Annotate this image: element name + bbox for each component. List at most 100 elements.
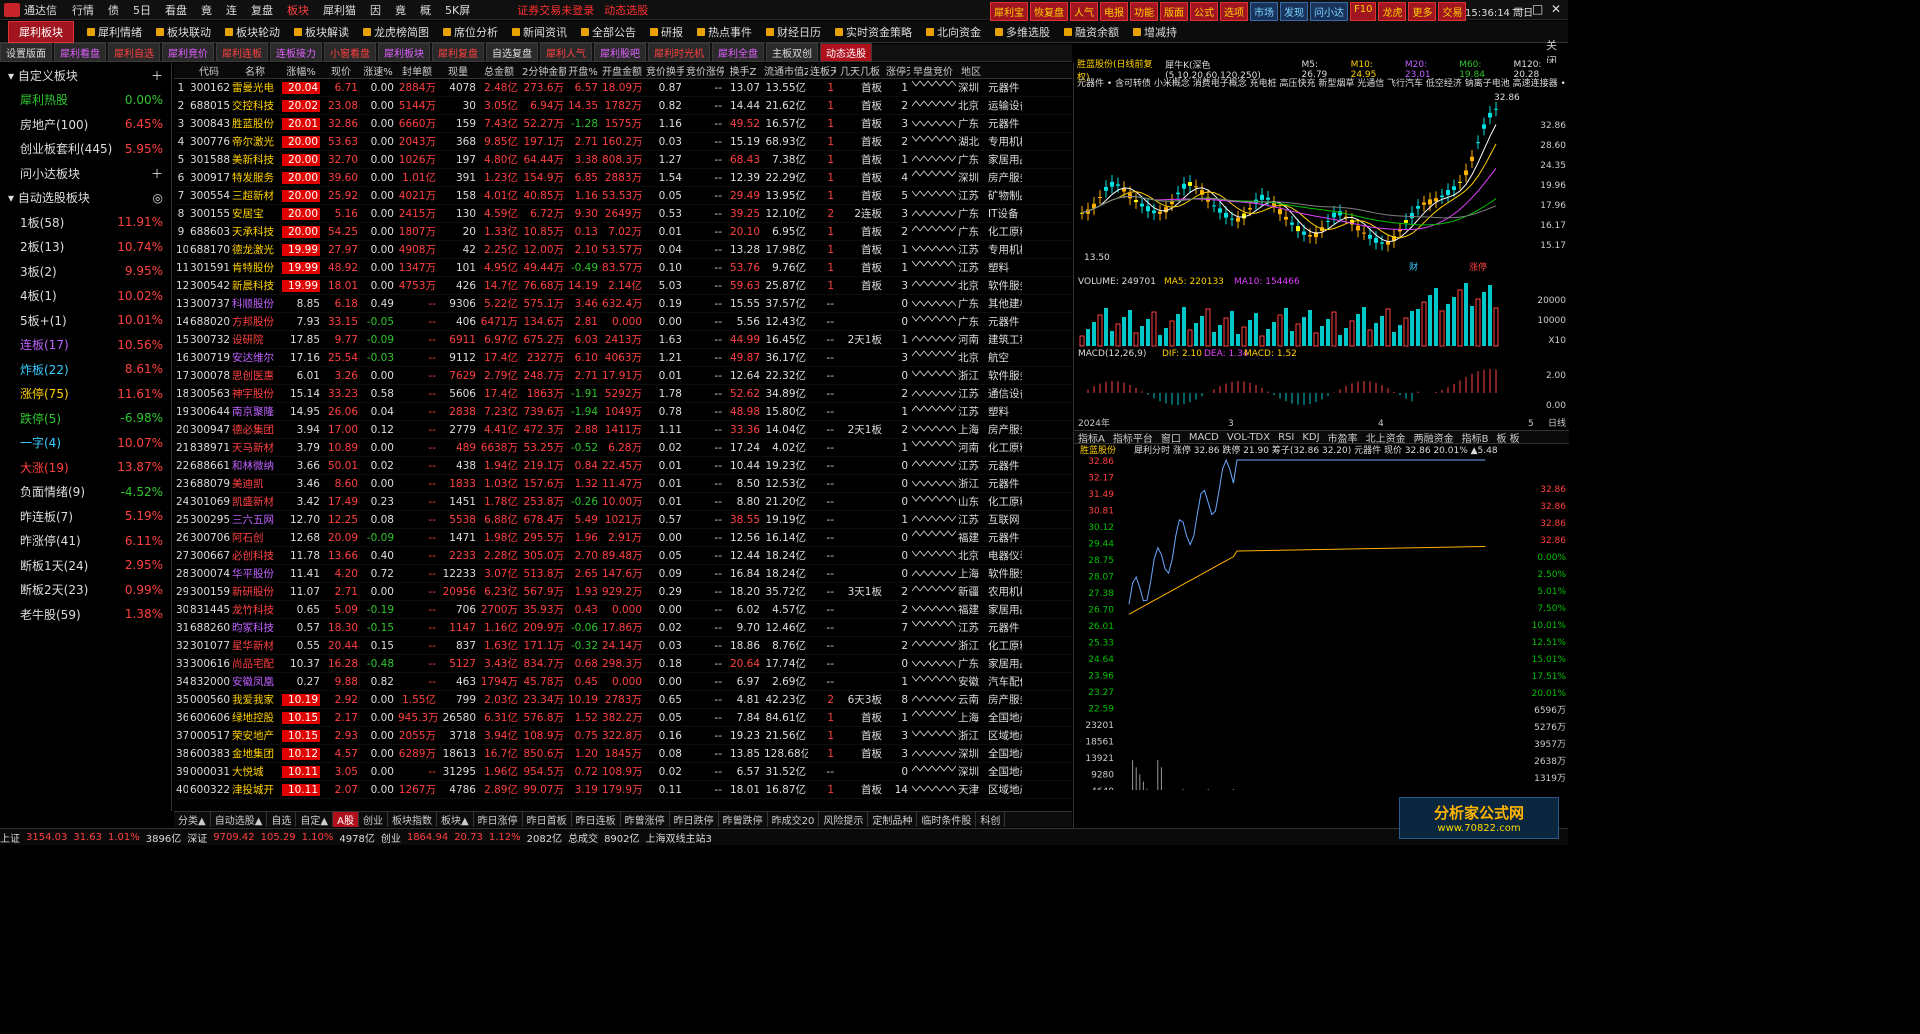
- bottom-tab[interactable]: 昨成交20: [768, 812, 820, 827]
- layout-tab[interactable]: 动态选股: [820, 43, 872, 62]
- quick-button[interactable]: 发现: [1280, 2, 1308, 21]
- column-header[interactable]: 地区: [956, 63, 986, 78]
- quick-button[interactable]: 问小达: [1310, 2, 1348, 21]
- bottom-tab[interactable]: 分类▲: [174, 812, 211, 827]
- quick-button[interactable]: 功能: [1130, 2, 1158, 21]
- indicator-tab[interactable]: VOL-TDX: [1223, 432, 1274, 443]
- settings-icon[interactable]: ◎: [153, 191, 163, 205]
- layout-tab[interactable]: 犀利人气: [540, 43, 592, 62]
- menu-item[interactable]: 复盘: [244, 2, 280, 18]
- table-row[interactable]: 33 300616 尚品宅配 10.37 16.28 -0.48 -- 5127 3.43亿 83…: [174, 655, 1072, 673]
- sidebar-item[interactable]: 涨停(75) 11.61%: [0, 382, 171, 407]
- tool-item[interactable]: 融资余额: [1064, 24, 1119, 40]
- indicator-tab[interactable]: MACD: [1185, 432, 1223, 443]
- bottom-tab[interactable]: 昨曾涨停: [621, 812, 670, 827]
- bottom-tab[interactable]: 自定▲: [296, 812, 334, 827]
- column-header[interactable]: 换手Z: [724, 63, 762, 78]
- menu-item[interactable]: 连: [219, 2, 244, 18]
- tool-item[interactable]: 北向资金: [926, 24, 981, 40]
- bottom-tab[interactable]: 定制品种: [868, 812, 918, 827]
- table-row[interactable]: 25 300295 三六五网 12.70 12.25 0.08 -- 5538 6.88亿 678…: [174, 511, 1072, 529]
- quick-button[interactable]: 更多: [1408, 2, 1437, 21]
- table-row[interactable]: 39 000031 大悦城 10.11 3.05 0.00 -- 31295 1.96亿 954.…: [174, 763, 1072, 781]
- layout-tab[interactable]: 小窗看盘: [324, 43, 376, 62]
- table-row[interactable]: 27 300667 必创科技 11.78 13.66 0.40 -- 2233 2.28亿 305…: [174, 547, 1072, 565]
- table-row[interactable]: 24 301069 凯盛新材 3.42 17.49 0.23 -- 1451 1.78亿 253.…: [174, 493, 1072, 511]
- indicator-tab[interactable]: 北上资金: [1362, 430, 1410, 445]
- bottom-tab[interactable]: 科创: [976, 812, 1006, 827]
- menu-item[interactable]: 5K屏: [438, 2, 477, 18]
- indicator-tab[interactable]: RSI: [1274, 432, 1298, 443]
- table-row[interactable]: 38 600383 金地集团 10.12 4.57 0.00 6289万 18613 16.7亿…: [174, 745, 1072, 763]
- sidebar-item[interactable]: 犀利热股 0.00%: [0, 88, 171, 113]
- add-icon[interactable]: ＋: [151, 165, 163, 182]
- table-row[interactable]: 37 000517 荣安地产 10.15 2.93 0.00 2055万 3718 3.94亿 1…: [174, 727, 1072, 745]
- table-row[interactable]: 15 300732 设研院 17.85 9.77 -0.09 -- 6911 6.97亿 675.…: [174, 331, 1072, 349]
- sidebar-item[interactable]: 昨连板(7) 5.19%: [0, 504, 171, 529]
- menu-item[interactable]: 概: [413, 2, 438, 18]
- layout-tab[interactable]: 犀利看盘: [54, 43, 106, 62]
- table-row[interactable]: 12 300542 新晨科技 19.99 18.01 0.00 4753万 426 14.7亿 7…: [174, 277, 1072, 295]
- menu-item[interactable]: 竟: [388, 2, 413, 18]
- tool-item[interactable]: 新闻资讯: [512, 24, 567, 40]
- tool-item[interactable]: 实时资金策略: [835, 24, 912, 40]
- layout-tab[interactable]: 犀利股吧: [594, 43, 646, 62]
- layout-tab[interactable]: 犀利板块: [378, 43, 430, 62]
- quick-button[interactable]: 犀利宝: [990, 2, 1028, 21]
- column-header[interactable]: 竞价换手%: [644, 63, 684, 78]
- quick-button[interactable]: 恢复盘: [1030, 2, 1068, 21]
- sidebar-item[interactable]: 创业板套利(445) 5.95%: [0, 137, 171, 162]
- quick-button[interactable]: 电报: [1100, 2, 1128, 21]
- table-row[interactable]: 14 688020 方邦股份 7.93 33.15 -0.05 -- 406 6471万 134.…: [174, 313, 1072, 331]
- sidebar-item[interactable]: 跌停(5) -6.98%: [0, 406, 171, 431]
- column-header[interactable]: 总金额: [478, 63, 520, 78]
- table-row[interactable]: 30 831445 龙竹科技 0.65 5.09 -0.19 -- 706 2700万 35.93…: [174, 601, 1072, 619]
- layout-tab[interactable]: 犀利全盘: [712, 43, 764, 62]
- bottom-tab[interactable]: 昨曾跌停: [719, 812, 768, 827]
- table-row[interactable]: 10 688170 德龙激光 19.99 27.97 0.00 4908万 42 2.25亿 12…: [174, 241, 1072, 259]
- bottom-tab[interactable]: 昨日首板: [523, 812, 572, 827]
- tool-item[interactable]: 板块解读: [294, 24, 349, 40]
- indicator-tab[interactable]: 指标平台: [1109, 430, 1157, 445]
- quick-button[interactable]: 选项: [1220, 2, 1248, 21]
- tool-item[interactable]: 板块轮动: [225, 24, 280, 40]
- table-row[interactable]: 19 300644 南京聚隆 14.95 26.06 0.04 -- 2838 7.23亿 739…: [174, 403, 1072, 421]
- indicator-tab[interactable]: 两融资金: [1410, 430, 1458, 445]
- bottom-tab[interactable]: 临时条件股: [917, 812, 977, 827]
- table-row[interactable]: 22 688661 和林微纳 3.66 50.01 0.02 -- 438 1.94亿 219.1…: [174, 457, 1072, 475]
- quick-button[interactable]: F10: [1350, 2, 1377, 21]
- quick-button[interactable]: 公式: [1190, 2, 1218, 21]
- table-row[interactable]: 6 300917 特发服务 20.00 39.60 0.00 1.01亿 391 1.23亿 15…: [174, 169, 1072, 187]
- table-row[interactable]: 2 688015 交控科技 20.02 23.08 0.00 5144万 30 3.05亿 6.9…: [174, 97, 1072, 115]
- tool-item[interactable]: 研报: [650, 24, 683, 40]
- layout-tab[interactable]: 自选复盘: [486, 43, 538, 62]
- tool-item[interactable]: 多维选股: [995, 24, 1050, 40]
- column-header[interactable]: 代码: [188, 63, 230, 78]
- indicator-tab[interactable]: 窗口: [1157, 430, 1185, 445]
- sidebar-item[interactable]: 昨涨停(41) 6.11%: [0, 529, 171, 554]
- quick-button[interactable]: 龙虎: [1378, 2, 1407, 21]
- menu-item[interactable]: 5日: [126, 2, 158, 18]
- column-header[interactable]: 2分钟金额: [520, 63, 566, 78]
- menu-item[interactable]: 板块: [280, 2, 316, 18]
- column-header[interactable]: 几天几板: [836, 63, 884, 78]
- layout-tab[interactable]: 主板双创: [766, 43, 818, 62]
- sidebar-item[interactable]: 3板(2) 9.95%: [0, 259, 171, 284]
- maximize-icon[interactable]: □: [1532, 2, 1543, 16]
- column-header[interactable]: 连板天: [808, 63, 836, 78]
- tool-item[interactable]: 板块联动: [156, 24, 211, 40]
- column-header[interactable]: 现价: [322, 63, 360, 78]
- column-header[interactable]: 名称: [230, 63, 280, 78]
- sidebar-item[interactable]: 问小达板块 ＋: [0, 161, 171, 186]
- login-notice[interactable]: 证券交易未登录: [517, 2, 594, 18]
- table-row[interactable]: 1 300162 雷曼光电 20.04 6.71 0.00 2884万 4078 2.48亿 27…: [174, 79, 1072, 97]
- quick-button[interactable]: 交易: [1438, 2, 1467, 21]
- menu-item[interactable]: 看盘: [158, 2, 194, 18]
- sidebar-item[interactable]: 1板(58) 11.91%: [0, 210, 171, 235]
- tool-item[interactable]: 席位分析: [443, 24, 498, 40]
- bottom-tab[interactable]: 板块指数: [388, 812, 437, 827]
- layout-tab[interactable]: 犀利时光机: [648, 43, 710, 62]
- menu-item[interactable]: 犀利猫: [316, 2, 363, 18]
- sidebar-item[interactable]: 炸板(22) 8.61%: [0, 357, 171, 382]
- table-row[interactable]: 8 300155 安居宝 20.00 5.16 0.00 2415万 130 4.59亿 6.72…: [174, 205, 1072, 223]
